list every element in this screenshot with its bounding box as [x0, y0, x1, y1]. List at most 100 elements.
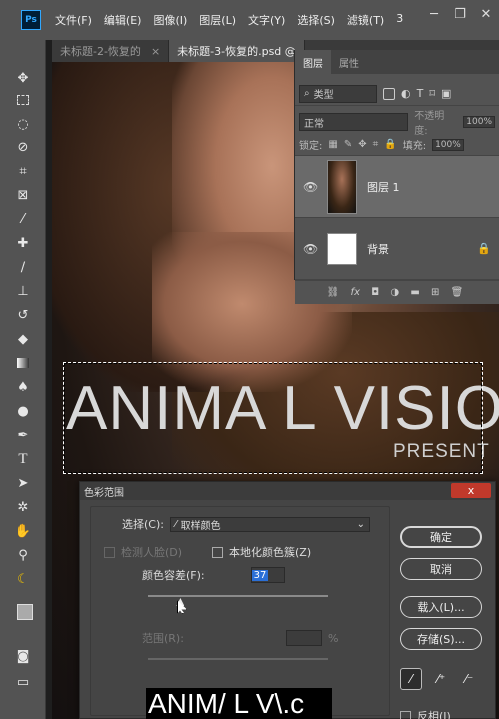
- frame-icon[interactable]: ⊠: [12, 185, 34, 205]
- fill-label: 填充:: [402, 141, 427, 152]
- ok-button[interactable]: 确定: [400, 526, 482, 548]
- dialog-titlebar: 色彩范围 x: [80, 482, 495, 500]
- marquee-icon[interactable]: [12, 90, 34, 110]
- pixel-filter-icon[interactable]: [383, 87, 395, 100]
- eye-icon[interactable]: 👁: [303, 242, 318, 256]
- filter-kind-select[interactable]: ⌕ 类型: [299, 84, 377, 103]
- adjust-filter-icon[interactable]: ◐: [401, 87, 411, 100]
- crop-icon[interactable]: ⌗: [12, 161, 34, 181]
- lasso-icon[interactable]: ◌: [12, 114, 34, 134]
- pen-icon[interactable]: ✒: [12, 425, 34, 445]
- eye-icon[interactable]: 👁: [303, 180, 318, 194]
- history-brush-icon[interactable]: ↺: [12, 305, 34, 325]
- tab-close-icon[interactable]: ×: [151, 45, 160, 58]
- group-icon[interactable]: ▬: [410, 287, 419, 298]
- close-icon[interactable]: ✕: [473, 0, 499, 28]
- zoom-icon[interactable]: ⚲: [12, 545, 34, 565]
- selection-preview: ANIM/ L V\.c: [146, 688, 332, 719]
- cancel-button[interactable]: 取消: [400, 558, 482, 580]
- lock-artboard-icon[interactable]: ⌗: [373, 139, 379, 150]
- stamp-icon[interactable]: ⊥: [12, 281, 34, 301]
- blend-mode-select[interactable]: 正常: [299, 113, 409, 131]
- lock-all-icon[interactable]: 🔒: [384, 139, 396, 150]
- fuzziness-value: 37: [251, 569, 269, 581]
- dialog-close-button[interactable]: x: [451, 483, 491, 498]
- dodge-icon[interactable]: ●: [12, 401, 34, 421]
- link-icon[interactable]: ⛓: [327, 287, 340, 298]
- layer-row-background[interactable]: 👁 背景 🔒: [295, 218, 499, 280]
- menu-select[interactable]: 选择(S): [297, 12, 335, 28]
- banana-icon[interactable]: ☾: [12, 569, 34, 589]
- menu-layer[interactable]: 图层(L): [199, 12, 236, 28]
- eyedropper-icon[interactable]: ⁄: [12, 209, 34, 229]
- new-layer-icon[interactable]: ⊞: [431, 287, 439, 298]
- localized-checkbox[interactable]: [212, 546, 223, 558]
- quick-select-icon[interactable]: ⊘: [12, 137, 34, 157]
- tab-properties[interactable]: 属性: [331, 50, 367, 74]
- range-slider[interactable]: [148, 658, 328, 660]
- opacity-field[interactable]: 100%: [463, 116, 495, 128]
- menu-image[interactable]: 图像(I): [153, 12, 187, 28]
- path-select-icon[interactable]: ➤: [12, 473, 34, 493]
- tab-document-3[interactable]: 未标题-3-恢复的.psd @: [169, 40, 305, 62]
- minimize-icon[interactable]: ─: [421, 0, 447, 28]
- range-row: 范围(R): %: [142, 630, 338, 646]
- adjustment-icon[interactable]: ◑: [390, 287, 399, 298]
- shape-icon[interactable]: ✲: [12, 497, 34, 517]
- layer-name[interactable]: 背景: [367, 241, 389, 257]
- type-icon[interactable]: T: [12, 449, 34, 469]
- eyedropper-icon: ⁄: [174, 518, 177, 530]
- eyedropper-icon[interactable]: ⁄: [400, 668, 422, 690]
- shape-filter-icon[interactable]: ⌑: [429, 87, 435, 100]
- blur-icon[interactable]: ♠: [12, 377, 34, 397]
- lock-image-icon[interactable]: ✎: [344, 139, 352, 150]
- menu-bar: Ps 文件(F) 编辑(E) 图像(I) 图层(L) 文字(Y) 选择(S) 滤…: [0, 0, 499, 40]
- delete-icon[interactable]: 🗑: [451, 287, 464, 298]
- fill-field[interactable]: 100%: [432, 138, 464, 151]
- quick-mask-icon[interactable]: ◙: [12, 646, 34, 666]
- lock-position-icon[interactable]: ✥: [358, 139, 366, 150]
- localized-row: 本地化颜色簇(Z): [212, 544, 311, 560]
- tab-layers[interactable]: 图层: [295, 50, 331, 74]
- eraser-icon[interactable]: ◆: [12, 329, 34, 349]
- tools-panel: ✥ ◌ ⊘ ⌗ ⊠ ⁄ ✚ ∕ ⊥ ↺ ◆ ♠ ● ✒ T ➤ ✲ ✋ ⚲ ☾ …: [0, 40, 46, 719]
- eyedropper-plus-icon[interactable]: ⁄⁺: [430, 668, 452, 690]
- load-button[interactable]: 载入(L)...: [400, 596, 482, 618]
- eyedropper-minus-icon[interactable]: ⁄⁻: [458, 668, 480, 690]
- foreground-color-swatch[interactable]: [17, 604, 33, 620]
- detect-faces-checkbox[interactable]: [104, 546, 115, 558]
- save-button[interactable]: 存储(S)...: [400, 628, 482, 650]
- move-icon[interactable]: ✥: [12, 68, 34, 88]
- brush-icon[interactable]: ∕: [12, 257, 34, 277]
- fuzziness-row: 颜色容差(F): 37: [142, 567, 285, 583]
- layer-name[interactable]: 图层 1: [367, 179, 400, 195]
- lock-transparent-icon[interactable]: ▦: [328, 139, 337, 150]
- mask-icon[interactable]: ◘: [371, 287, 379, 298]
- menu-type[interactable]: 文字(Y): [248, 12, 285, 28]
- fx-icon[interactable]: fx: [351, 287, 360, 298]
- type-filter-icon[interactable]: T: [417, 87, 424, 100]
- tab-label: 未标题-2-恢复的: [60, 45, 141, 58]
- hand-icon[interactable]: ✋: [12, 521, 34, 541]
- invert-label: 反相(I): [417, 710, 451, 719]
- menu-file[interactable]: 文件(F): [55, 12, 92, 28]
- restore-icon[interactable]: ❐: [447, 0, 473, 28]
- healing-icon[interactable]: ✚: [12, 233, 34, 253]
- menu-filter[interactable]: 滤镜(T): [347, 12, 384, 28]
- select-dropdown[interactable]: ⁄ 取样颜色 ⌄: [169, 516, 370, 532]
- preview-text: ANIM/ L V\.c: [148, 688, 305, 719]
- range-field[interactable]: [285, 630, 322, 646]
- lock-row: 锁定: ▦ ✎ ✥ ⌗ 🔒 填充: 100%: [295, 134, 499, 156]
- opacity-label: 不透明度:: [414, 111, 445, 137]
- invert-row: 反相(I): [400, 708, 451, 719]
- invert-checkbox[interactable]: [400, 710, 411, 719]
- gradient-icon[interactable]: [12, 353, 34, 373]
- tab-document-2[interactable]: 未标题-2-恢复的 ×: [52, 40, 170, 62]
- layer-row-1[interactable]: 👁 图层 1: [295, 156, 499, 218]
- fuzziness-slider[interactable]: [148, 595, 328, 597]
- menu-edit[interactable]: 编辑(E): [104, 12, 142, 28]
- menu-3d[interactable]: 3: [396, 12, 403, 28]
- screen-mode-icon[interactable]: ▭: [12, 672, 34, 692]
- fuzziness-field[interactable]: 37: [250, 567, 285, 583]
- smart-filter-icon[interactable]: ▣: [441, 87, 451, 100]
